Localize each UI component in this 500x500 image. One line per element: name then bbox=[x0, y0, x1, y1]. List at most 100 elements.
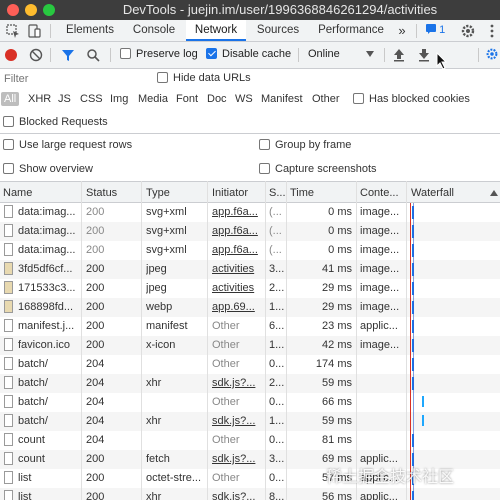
tab-elements[interactable]: Elements bbox=[58, 20, 122, 41]
tab-sources[interactable]: Sources bbox=[250, 20, 306, 41]
request-name[interactable]: data:imag... bbox=[18, 225, 80, 237]
request-name[interactable]: list bbox=[18, 491, 80, 500]
column-header-type[interactable]: Type bbox=[146, 187, 170, 199]
column-header-initiator[interactable]: Initiator bbox=[212, 187, 248, 199]
table-row[interactable]: count 204 Other 0... 81 ms bbox=[0, 431, 500, 450]
type-filter-img[interactable]: Img bbox=[110, 93, 128, 105]
table-row[interactable]: 168898fd... 200 webp app.69... 1... 29 ms imag… bbox=[0, 298, 500, 317]
checkbox-box[interactable] bbox=[3, 139, 14, 150]
table-row[interactable]: batch/204 xhr sdk.js?... 2... 59 ms bbox=[0, 374, 500, 393]
type-filter-media[interactable]: Media bbox=[138, 93, 168, 105]
request-name[interactable]: 171533c3... bbox=[18, 282, 80, 294]
tab-performance[interactable]: Performance bbox=[312, 20, 390, 41]
network-settings-gear-icon[interactable] bbox=[485, 47, 499, 61]
checkbox-box[interactable] bbox=[353, 93, 364, 104]
checkbox-box[interactable] bbox=[259, 163, 270, 174]
column-header-name[interactable]: Name bbox=[3, 187, 32, 199]
checkbox-box[interactable] bbox=[3, 116, 14, 127]
request-initiator[interactable]: app.f6a... bbox=[212, 244, 264, 256]
request-initiator[interactable]: sdk.js?... bbox=[212, 491, 264, 500]
request-initiator[interactable]: app.f6a... bbox=[212, 206, 264, 218]
tab-console[interactable]: Console bbox=[124, 20, 184, 41]
type-filter-css[interactable]: CSS bbox=[80, 93, 103, 105]
mouse-cursor-icon bbox=[436, 52, 448, 70]
checkbox-box[interactable] bbox=[259, 139, 270, 150]
request-initiator[interactable]: sdk.js?... bbox=[212, 415, 264, 427]
table-row[interactable]: data:imag... 200 svg+xml app.f6a... (... 0 ms… bbox=[0, 241, 500, 260]
request-name[interactable]: manifest.j... bbox=[18, 320, 80, 332]
record-icon[interactable] bbox=[4, 48, 18, 62]
table-row[interactable]: favicon.ico 200 x-icon Other 1... 42 ms image.… bbox=[0, 336, 500, 355]
request-initiator[interactable]: sdk.js?... bbox=[212, 377, 264, 389]
request-initiator[interactable]: activities bbox=[212, 282, 264, 294]
table-row[interactable]: batch/204 Other 0... 66 ms bbox=[0, 393, 500, 412]
capture-screenshots-checkbox[interactable]: Capture screenshots bbox=[259, 163, 377, 175]
request-name[interactable]: batch/ bbox=[18, 415, 80, 427]
request-name[interactable]: 168898fd... bbox=[18, 301, 80, 313]
request-initiator[interactable]: activities bbox=[212, 263, 264, 275]
column-header-size[interactable]: S... bbox=[269, 187, 286, 199]
column-header-waterfall[interactable]: Waterfall bbox=[411, 187, 454, 199]
type-filter-ws[interactable]: WS bbox=[235, 93, 253, 105]
type-filter-manifest[interactable]: Manifest bbox=[261, 93, 303, 105]
blocked-requests-checkbox[interactable]: Blocked Requests bbox=[3, 116, 108, 128]
type-filter-doc[interactable]: Doc bbox=[207, 93, 227, 105]
export-har-icon[interactable] bbox=[418, 48, 430, 62]
type-filter-xhr[interactable]: XHR bbox=[28, 93, 51, 105]
request-name[interactable]: 3fd5df6cf... bbox=[18, 263, 80, 275]
disable-cache-checkbox[interactable]: Disable cache bbox=[206, 48, 291, 60]
large-rows-checkbox[interactable]: Use large request rows bbox=[3, 139, 132, 151]
checkbox-box[interactable] bbox=[120, 48, 131, 59]
request-initiator[interactable]: app.69... bbox=[212, 301, 264, 313]
inspect-element-icon[interactable] bbox=[5, 23, 21, 39]
type-filter-all[interactable]: All bbox=[1, 92, 20, 106]
type-filter-font[interactable]: Font bbox=[176, 93, 198, 105]
type-filter-js[interactable]: JS bbox=[58, 93, 71, 105]
import-har-icon[interactable] bbox=[393, 48, 405, 62]
settings-gear-icon[interactable] bbox=[460, 23, 476, 39]
table-row[interactable]: batch/204 Other 0... 174 ms bbox=[0, 355, 500, 374]
hide-data-urls-checkbox[interactable]: Hide data URLs bbox=[157, 72, 251, 84]
request-name[interactable]: batch/ bbox=[18, 358, 80, 370]
table-row[interactable]: 3fd5df6cf... 200 jpeg activities 3... 41 ms im… bbox=[0, 260, 500, 279]
column-header-status[interactable]: Status bbox=[86, 187, 117, 199]
table-row[interactable]: list 200 xhr sdk.js?... 8... 56 ms applic... bbox=[0, 488, 500, 500]
has-blocked-cookies-checkbox[interactable]: Has blocked cookies bbox=[353, 93, 470, 105]
search-icon[interactable] bbox=[86, 48, 100, 62]
table-row[interactable]: data:imag... 200 svg+xml app.f6a... (... 0 ms… bbox=[0, 222, 500, 241]
checkbox-box[interactable] bbox=[206, 48, 217, 59]
request-initiator[interactable]: app.f6a... bbox=[212, 225, 264, 237]
type-filter-other[interactable]: Other bbox=[312, 93, 340, 105]
request-name[interactable]: list bbox=[18, 472, 80, 484]
chevron-down-icon[interactable] bbox=[366, 51, 374, 57]
table-row[interactable]: batch/204 xhr sdk.js?... 1... 59 ms bbox=[0, 412, 500, 431]
request-name[interactable]: data:imag... bbox=[18, 244, 80, 256]
table-row[interactable]: 171533c3... 200 jpeg activities 2... 29 ms ima… bbox=[0, 279, 500, 298]
show-overview-checkbox[interactable]: Show overview bbox=[3, 163, 93, 175]
more-tabs-button[interactable]: » bbox=[392, 20, 412, 41]
request-name[interactable]: count bbox=[18, 434, 80, 446]
checkbox-box[interactable] bbox=[3, 163, 14, 174]
column-header-content-type[interactable]: Conte... bbox=[360, 187, 399, 199]
throttling-select[interactable]: Online bbox=[308, 48, 340, 60]
request-initiator[interactable]: sdk.js?... bbox=[212, 453, 264, 465]
device-toolbar-icon[interactable] bbox=[26, 23, 42, 39]
table-row[interactable]: manifest.j... 200 manifest Other 6... 23 ms ap… bbox=[0, 317, 500, 336]
filter-icon[interactable] bbox=[61, 48, 75, 62]
filter-input[interactable] bbox=[0, 69, 140, 89]
request-name[interactable]: data:imag... bbox=[18, 206, 80, 218]
request-name[interactable]: batch/ bbox=[18, 377, 80, 389]
request-name[interactable]: batch/ bbox=[18, 396, 80, 408]
request-name[interactable]: count bbox=[18, 453, 80, 465]
table-row[interactable]: data:imag... 200 svg+xml app.f6a... (... 0 ms… bbox=[0, 203, 500, 222]
clear-icon[interactable] bbox=[29, 48, 43, 62]
messages-badge[interactable]: 1 bbox=[426, 24, 445, 36]
more-options-icon[interactable] bbox=[484, 23, 500, 39]
checkbox-box[interactable] bbox=[157, 72, 168, 83]
request-name[interactable]: favicon.ico bbox=[18, 339, 80, 351]
tab-network[interactable]: Network bbox=[186, 20, 246, 41]
preserve-log-checkbox[interactable]: Preserve log bbox=[120, 48, 198, 60]
column-header-time[interactable]: Time bbox=[290, 187, 314, 199]
group-by-frame-checkbox[interactable]: Group by frame bbox=[259, 139, 351, 151]
sort-ascending-icon[interactable] bbox=[490, 190, 498, 196]
